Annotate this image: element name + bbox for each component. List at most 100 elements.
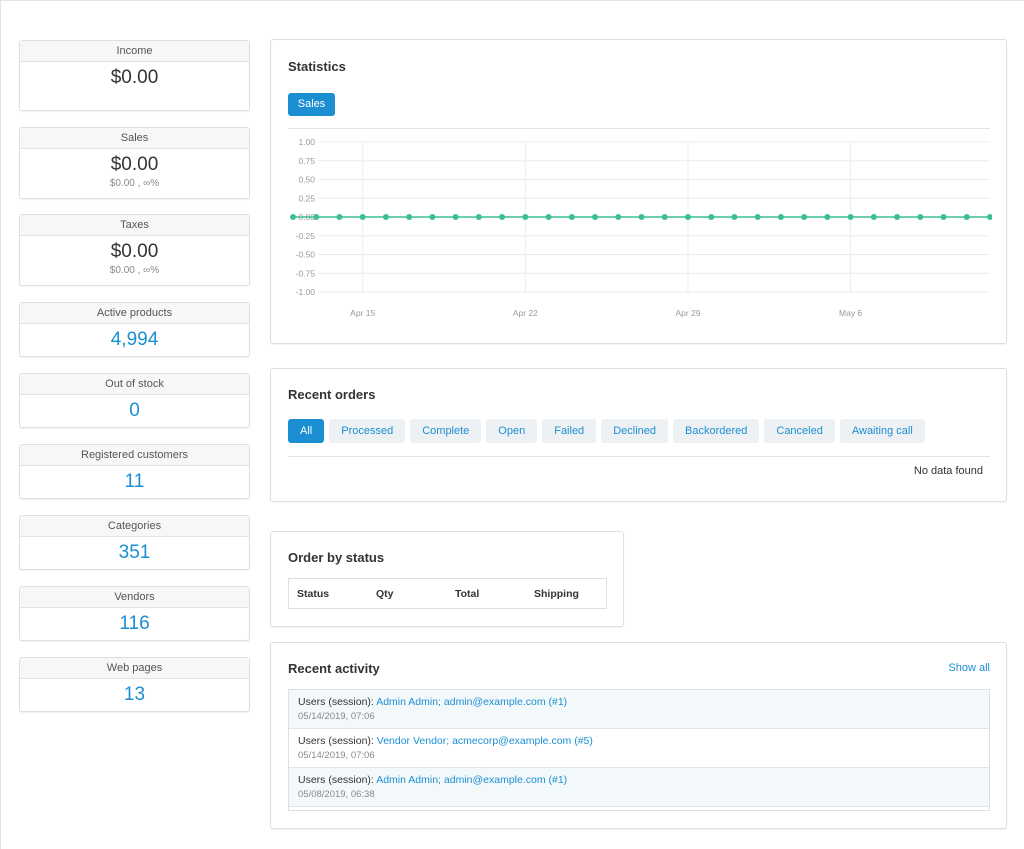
data-point: [778, 214, 784, 220]
data-point: [871, 214, 877, 220]
stat-subvalue: $0.00 , ∞%: [20, 178, 249, 189]
order-status-table-header: Status Qty Total Shipping: [288, 578, 607, 609]
data-point: [964, 214, 970, 220]
data-point: [941, 214, 947, 220]
activity-date: 05/08/2019, 06:38: [298, 789, 980, 800]
activity-user-link[interactable]: Admin Admin; admin@example.com (#1): [376, 774, 567, 786]
divider: [288, 456, 990, 457]
stat-card-registered-customers[interactable]: Registered customers 11: [19, 444, 250, 499]
stat-label: Active products: [20, 303, 249, 324]
data-point: [406, 214, 412, 220]
statistics-chart: 1.000.750.500.250.00-0.25-0.50-0.75-1.00…: [288, 132, 992, 332]
stat-card-active-products[interactable]: Active products 4,994: [19, 302, 250, 357]
stat-card-income: Income $0.00: [19, 40, 250, 111]
data-point: [499, 214, 505, 220]
list-item: Users (session): Vendor Vendor; acmecorp…: [289, 729, 989, 768]
stat-card-sales: Sales $0.00 $0.00 , ∞%: [19, 127, 250, 199]
x-tick-label: Apr 29: [675, 308, 700, 318]
sales-button[interactable]: Sales: [288, 93, 335, 116]
activity-label: Users (session):: [298, 696, 376, 708]
activity-label: Users (session):: [298, 735, 377, 747]
statistics-panel: Statistics Sales 1.000.750.500.250.00-0.…: [270, 39, 1007, 344]
tab-all[interactable]: All: [288, 419, 324, 443]
data-point: [290, 214, 296, 220]
data-point: [313, 214, 319, 220]
stat-label: Taxes: [20, 215, 249, 236]
stat-value-link[interactable]: 11: [20, 466, 249, 493]
y-tick-label: 0.75: [298, 156, 315, 166]
data-point: [569, 214, 575, 220]
y-tick-label: 0.50: [298, 175, 315, 185]
stat-value-link[interactable]: 116: [20, 608, 249, 635]
activity-label: Users (session):: [298, 774, 376, 786]
order-by-status-panel: Order by status Status Qty Total Shippin…: [270, 531, 624, 627]
stat-subvalue: $0.00 , ∞%: [20, 265, 249, 276]
x-tick-label: May 6: [839, 308, 862, 318]
column-status: Status: [297, 588, 329, 600]
stat-label: Sales: [20, 128, 249, 149]
activity-date: 05/14/2019, 07:06: [298, 750, 980, 761]
stat-value-link[interactable]: 351: [20, 537, 249, 564]
y-tick-label: 0.25: [298, 193, 315, 203]
recent-activity-panel: Recent activity Show all Users (session)…: [270, 642, 1007, 829]
recent-orders-panel: Recent orders All Processed Complete Ope…: [270, 368, 1007, 502]
tab-declined[interactable]: Declined: [601, 419, 668, 443]
list-item: Users (session): Admin Admin; admin@exam…: [289, 768, 989, 807]
data-point: [383, 214, 389, 220]
tab-awaiting-call[interactable]: Awaiting call: [840, 419, 925, 443]
activity-list[interactable]: Users (session): Admin Admin; admin@exam…: [288, 689, 990, 811]
data-point: [824, 214, 830, 220]
no-data-message: No data found: [914, 465, 983, 477]
column-shipping: Shipping: [534, 588, 579, 600]
column-total: Total: [455, 588, 479, 600]
data-point: [615, 214, 621, 220]
stat-label: Income: [20, 41, 249, 62]
data-point: [662, 214, 668, 220]
data-point: [848, 214, 854, 220]
data-point: [755, 214, 761, 220]
stat-label: Registered customers: [20, 445, 249, 466]
tab-backordered[interactable]: Backordered: [673, 419, 759, 443]
order-status-tabs: All Processed Complete Open Failed Decli…: [288, 419, 925, 443]
stat-label: Vendors: [20, 587, 249, 608]
activity-user-link[interactable]: Vendor Vendor; acmecorp@example.com (#5): [377, 735, 593, 747]
stat-card-categories[interactable]: Categories 351: [19, 515, 250, 570]
y-tick-label: -0.25: [296, 231, 316, 241]
data-point: [917, 214, 923, 220]
stat-value-link[interactable]: 4,994: [20, 324, 249, 351]
order-by-status-title: Order by status: [288, 550, 384, 565]
stat-label: Web pages: [20, 658, 249, 679]
data-point: [453, 214, 459, 220]
data-point: [639, 214, 645, 220]
stat-value-link[interactable]: 0: [20, 395, 249, 422]
y-tick-label: -0.75: [296, 268, 316, 278]
data-point: [476, 214, 482, 220]
data-point: [685, 214, 691, 220]
recent-orders-title: Recent orders: [288, 387, 375, 402]
stat-card-web-pages[interactable]: Web pages 13: [19, 657, 250, 712]
column-qty: Qty: [376, 588, 394, 600]
tab-processed[interactable]: Processed: [329, 419, 405, 443]
stat-card-taxes: Taxes $0.00 $0.00 , ∞%: [19, 214, 250, 286]
data-point: [336, 214, 342, 220]
stat-value-link[interactable]: 13: [20, 679, 249, 706]
y-tick-label: 1.00: [298, 137, 315, 147]
activity-date: 05/14/2019, 07:06: [298, 711, 980, 722]
show-all-link[interactable]: Show all: [948, 662, 990, 674]
tab-open[interactable]: Open: [486, 419, 537, 443]
stat-value: $0.00: [20, 149, 249, 176]
stat-value: $0.00: [20, 236, 249, 263]
data-point: [801, 214, 807, 220]
y-tick-label: -1.00: [296, 287, 316, 297]
data-point: [894, 214, 900, 220]
stat-card-vendors[interactable]: Vendors 116: [19, 586, 250, 641]
tab-canceled[interactable]: Canceled: [764, 419, 834, 443]
stat-label: Out of stock: [20, 374, 249, 395]
stat-value: $0.00: [20, 62, 249, 89]
data-point: [546, 214, 552, 220]
stat-card-out-of-stock[interactable]: Out of stock 0: [19, 373, 250, 428]
activity-user-link[interactable]: Admin Admin; admin@example.com (#1): [376, 696, 567, 708]
tab-complete[interactable]: Complete: [410, 419, 481, 443]
tab-failed[interactable]: Failed: [542, 419, 596, 443]
list-item: Users (session): Admin Admin; admin@exam…: [289, 690, 989, 729]
